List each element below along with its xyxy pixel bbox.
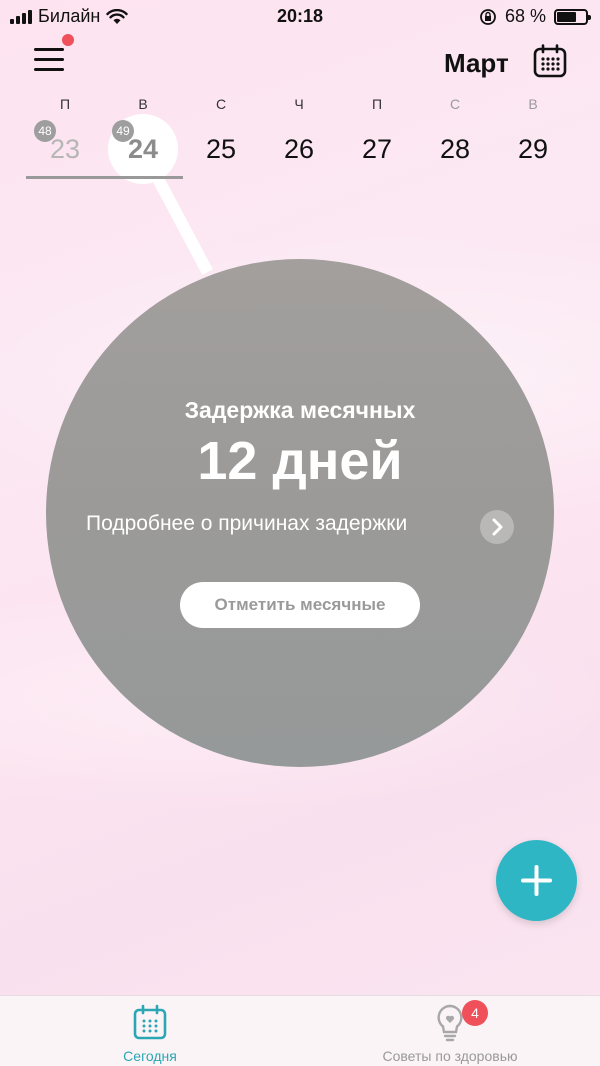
day-of-week: П [59,96,71,112]
tab-today-label: Сегодня [123,1048,177,1064]
delay-days: 12 дней [197,431,403,491]
day-of-week: П [371,96,383,112]
status-bar: Билайн 20:18 68 % [0,0,600,34]
tab-today[interactable]: Сегодня [75,996,225,1066]
delay-reasons-button[interactable] [480,510,514,544]
menu-notification-dot [62,34,74,46]
day-of-week: С [215,96,227,112]
lightbulb-heart-icon [437,1004,463,1042]
delay-reasons-link[interactable]: Подробнее о причинах задержки [86,512,407,536]
day-29[interactable]: В 29 [494,96,572,165]
day-of-week: В [528,96,538,112]
tab-health-tips[interactable]: Советы по здоровью [350,996,550,1066]
selected-week-underline [26,176,183,179]
cycle-day-badge: 49 [112,120,134,142]
cycle-day-badge: 48 [34,120,56,142]
day-number: 26 [283,134,315,164]
week-strip: П 23 В 24 С 25 Ч 26 П 27 С 28 В 29 48 49 [26,96,574,186]
day-of-week: Ч [294,96,304,112]
today-pointer [150,172,213,275]
day-of-week: С [449,96,461,112]
day-28[interactable]: С 28 [416,96,494,165]
day-number: 28 [439,134,471,164]
calendar-button[interactable] [533,44,567,78]
battery-icon [554,8,591,25]
add-button[interactable] [496,840,577,921]
tips-count-badge: 4 [462,1000,488,1026]
calendar-icon [133,1004,167,1040]
calendar-icon [533,44,567,78]
plus-icon [521,865,552,896]
battery-percent: 68 % [504,6,546,26]
month-title[interactable]: Март [444,48,509,79]
chevron-right-icon [492,518,503,536]
tab-health-tips-label: Советы по здоровью [382,1048,518,1064]
day-number: 29 [517,134,549,164]
day-26[interactable]: Ч 26 [260,96,338,165]
mark-period-button[interactable]: Отметить месячные [180,582,420,628]
orientation-lock-icon [480,8,496,25]
tab-bar: Сегодня Советы по здоровью [0,995,600,1066]
menu-button[interactable] [34,46,66,74]
delay-label: Задержка месячных [184,397,416,423]
day-of-week: В [138,96,148,112]
status-right: 68 % [479,6,591,27]
day-25[interactable]: С 25 [182,96,260,165]
day-27[interactable]: П 27 [338,96,416,165]
day-number: 25 [205,134,237,164]
day-number: 27 [361,134,393,164]
